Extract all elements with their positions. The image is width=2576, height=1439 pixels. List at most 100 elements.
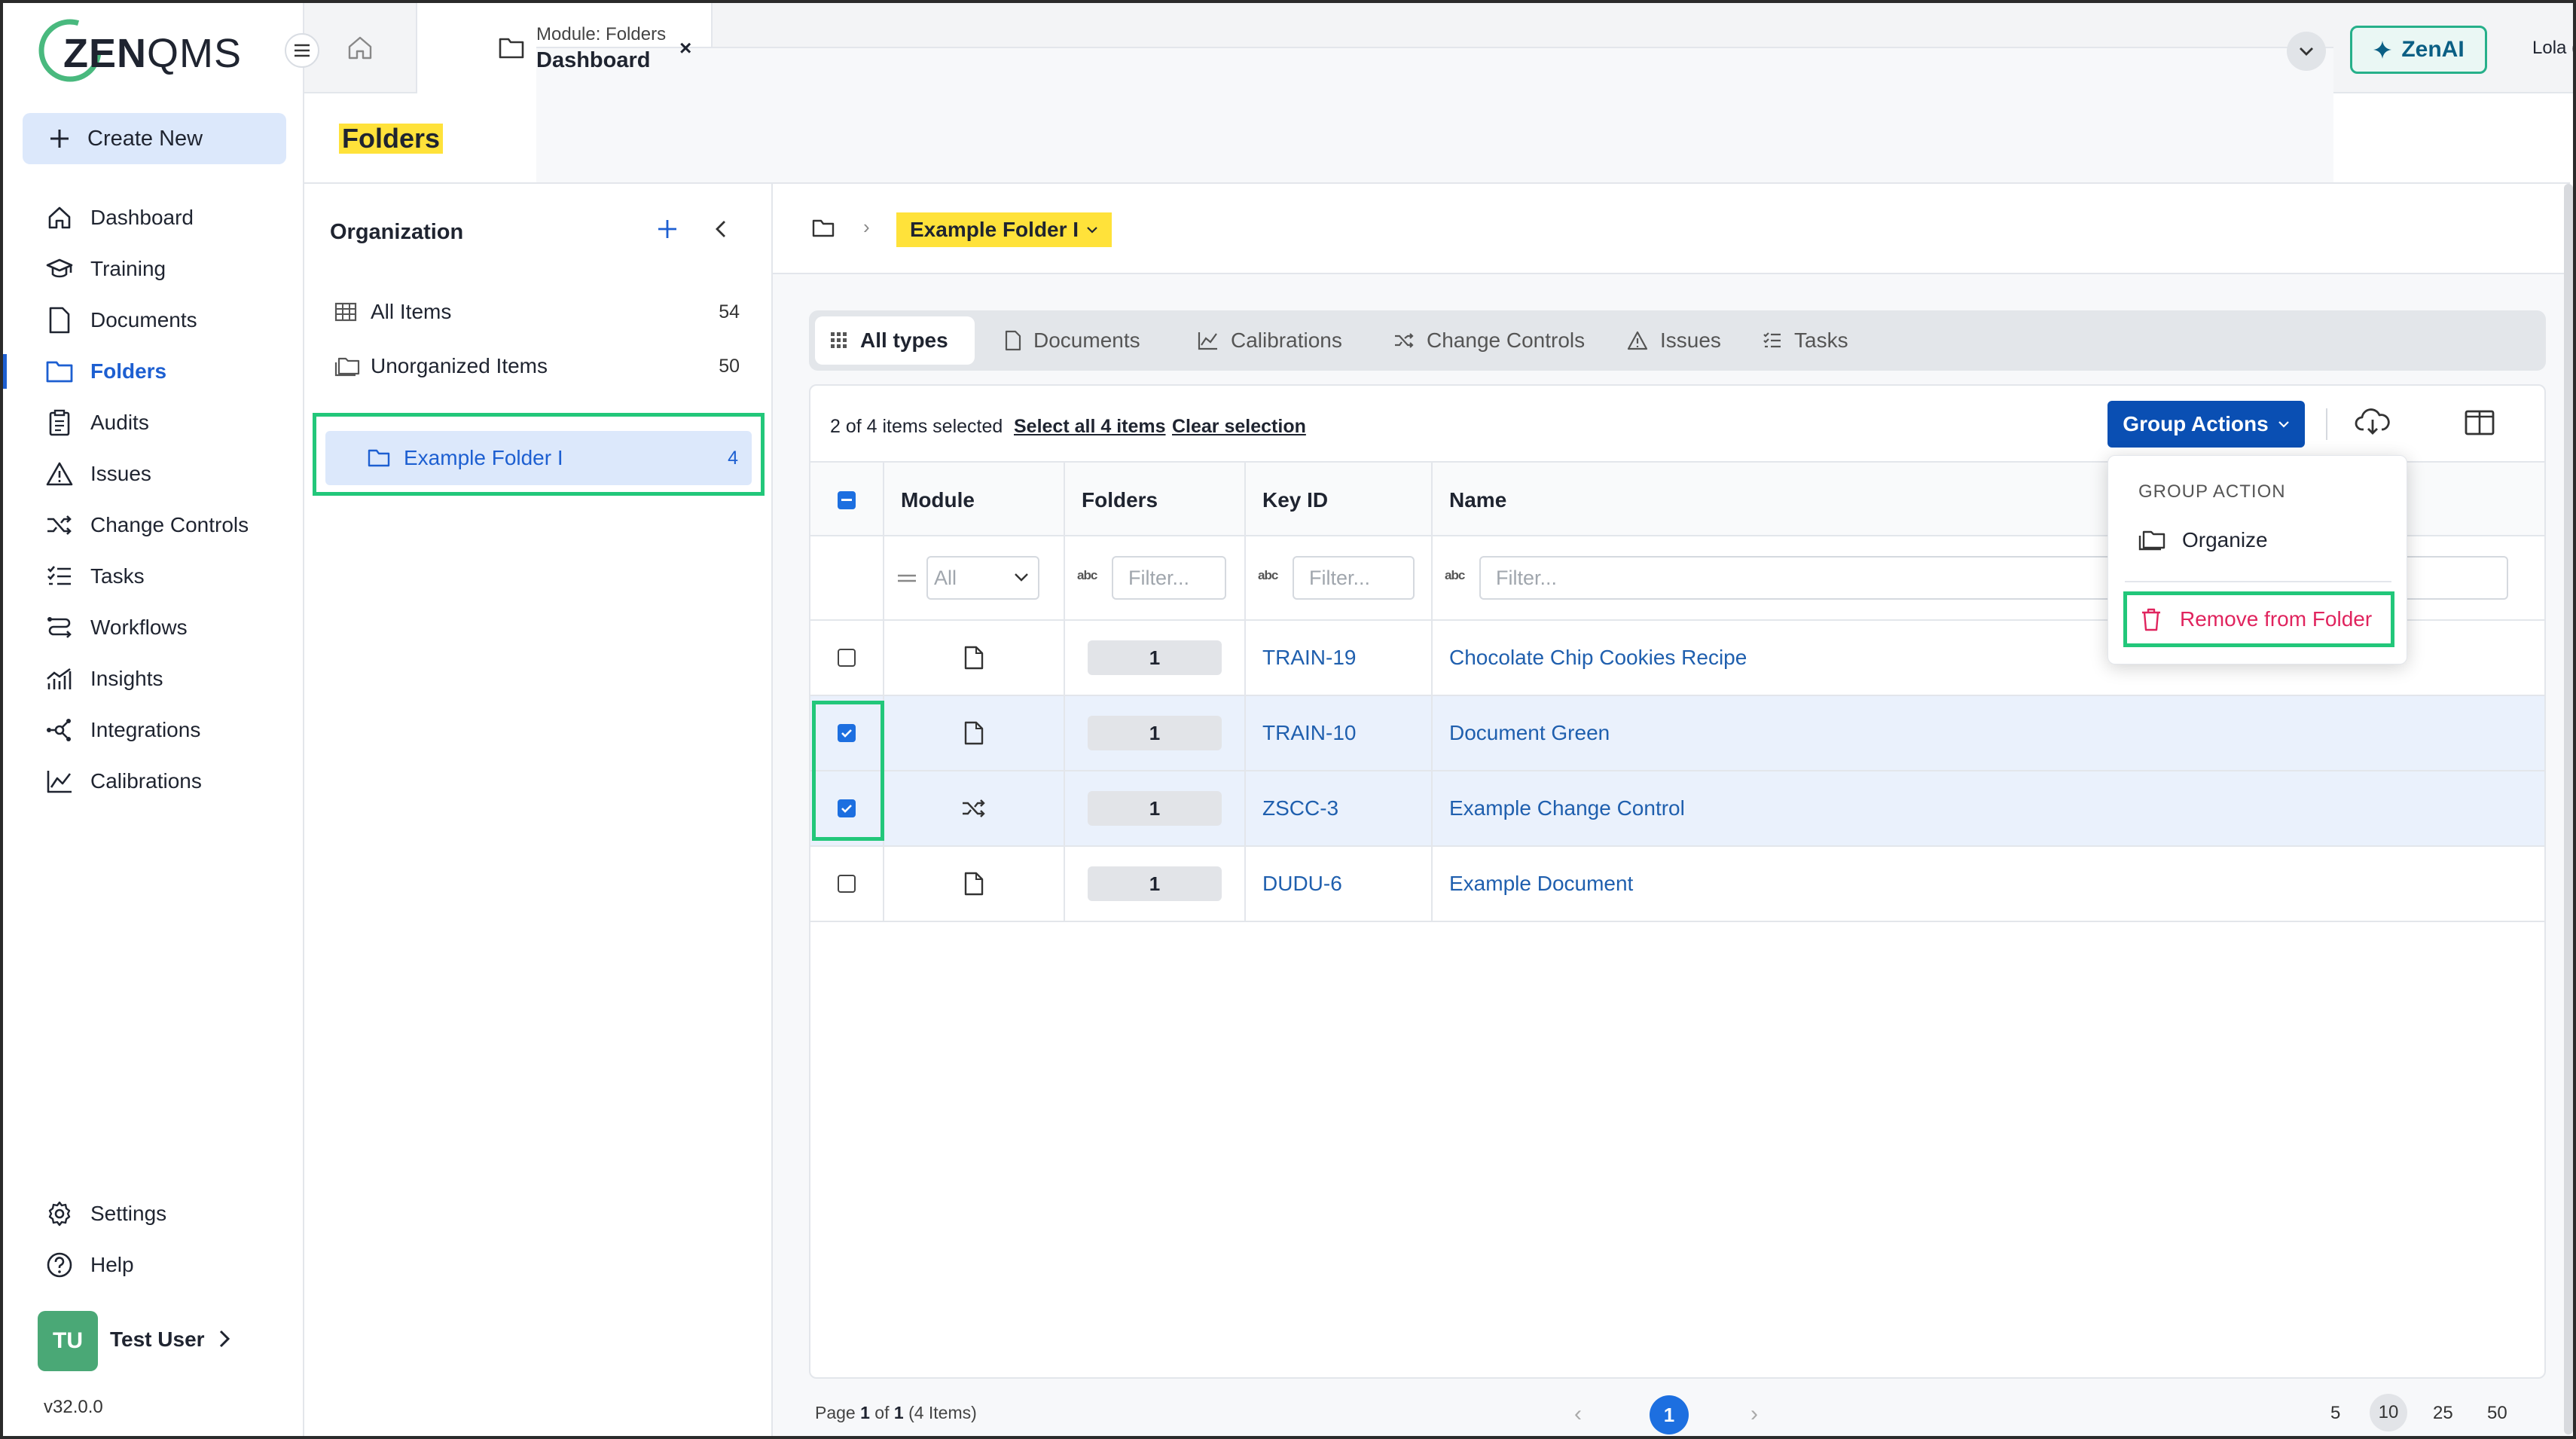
sidebar-item-insights[interactable]: Insights	[3, 655, 303, 702]
column-header-folders[interactable]: Folders	[1065, 463, 1246, 538]
user-name[interactable]: Test User	[110, 1327, 205, 1352]
add-folder-icon[interactable]	[655, 217, 679, 241]
previous-page-icon[interactable]: ‹	[1574, 1401, 1582, 1427]
columns-icon[interactable]	[2465, 410, 2495, 435]
tab-label: Calibrations	[1231, 328, 1342, 352]
tab-calibrations[interactable]: Calibrations	[1183, 316, 1357, 365]
document-icon	[964, 646, 984, 670]
checklist-icon	[1763, 332, 1781, 348]
remove-from-folder-label: Remove from Folder	[2180, 607, 2373, 631]
selection-info: 2 of 4 items selected	[830, 416, 1003, 437]
sidebar-item-training[interactable]: Training	[3, 246, 303, 292]
sidebar-item-audits[interactable]: Audits	[3, 399, 303, 446]
module-filter-select[interactable]: All	[926, 556, 1039, 600]
table-row[interactable]: 1 TRAIN-10 Document Green	[810, 696, 2544, 771]
shuffle-icon	[963, 799, 985, 817]
cloud-download-icon[interactable]	[2355, 407, 2391, 437]
folders-count-badge[interactable]: 1	[1088, 640, 1222, 675]
tab-change-controls[interactable]: Change Controls	[1378, 316, 1600, 365]
sidebar-item-settings[interactable]: Settings	[3, 1190, 303, 1237]
folder-icon[interactable]	[812, 218, 835, 238]
group-actions-button[interactable]: Group Actions	[2107, 401, 2305, 448]
table-row[interactable]: 1 ZSCC-3 Example Change Control	[810, 771, 2544, 847]
sidebar-toggle-button[interactable]	[285, 33, 319, 68]
page-title: Folders	[339, 124, 444, 154]
zenai-button[interactable]: ZenAI	[2350, 26, 2487, 74]
insights-icon	[45, 665, 74, 693]
tabs-dropdown-button[interactable]	[2287, 32, 2326, 71]
tab-issues[interactable]: Issues	[1612, 316, 1736, 365]
name-link[interactable]: Chocolate Chip Cookies Recipe	[1449, 646, 1747, 670]
home-tab[interactable]	[304, 3, 417, 92]
checklist-icon	[45, 562, 74, 591]
close-icon[interactable]: ×	[679, 36, 691, 60]
page-size-option[interactable]: 10	[2370, 1394, 2407, 1431]
key-id-filter-input[interactable]: Filter...	[1293, 556, 1415, 600]
folder-item-example-folder-i[interactable]: Example Folder I 4	[325, 431, 752, 485]
tab-label: Issues	[1660, 328, 1721, 352]
warning-icon	[1627, 331, 1648, 350]
topbar: Module: Folders Dashboard × ZenAI Lola (…	[304, 3, 2573, 1306]
sidebar-item-issues[interactable]: Issues	[3, 451, 303, 497]
sidebar-item-folders[interactable]: Folders	[3, 348, 303, 395]
sidebar-item-integrations[interactable]: Integrations	[3, 707, 303, 753]
sidebar-item-tasks[interactable]: Tasks	[3, 553, 303, 600]
tab-documents[interactable]: Documents	[990, 316, 1155, 365]
sidebar: ZENQMS Create New Dashboard Training Doc…	[3, 3, 304, 1436]
zenqms-logo[interactable]: ZENQMS	[38, 18, 241, 83]
folders-count-badge[interactable]: 1	[1088, 716, 1222, 750]
group-actions-label: Group Actions	[2123, 412, 2269, 435]
key-id-link[interactable]: ZSCC-3	[1262, 796, 1338, 820]
page-size-option[interactable]: 50	[2487, 1403, 2507, 1424]
breadcrumb-current-folder[interactable]: Example Folder I	[896, 212, 1113, 247]
name-link[interactable]: Document Green	[1449, 721, 1610, 745]
key-id-link[interactable]: TRAIN-10	[1262, 721, 1356, 745]
page-size-option[interactable]: 25	[2433, 1403, 2453, 1424]
menu-item-remove-from-folder[interactable]: Remove from Folder	[2123, 591, 2394, 647]
tab-tasks[interactable]: Tasks	[1747, 316, 1863, 365]
breadcrumb: › Example Folder I	[773, 184, 2570, 274]
create-new-button[interactable]: Create New	[23, 113, 286, 164]
sparkle-icon	[2373, 41, 2392, 59]
filter-cell-module: All	[884, 536, 1065, 619]
row-checkbox[interactable]	[838, 875, 856, 893]
tab-dashboard[interactable]: Module: Folders Dashboard ×	[417, 3, 2333, 1306]
avatar[interactable]: TU	[38, 1311, 98, 1371]
folders-count-badge[interactable]: 1	[1088, 866, 1222, 901]
sidebar-item-dashboard[interactable]: Dashboard	[3, 194, 303, 241]
account-label[interactable]: Lola (THIS IS A ZENQMS TEST ACCOUNT)	[2532, 38, 2573, 59]
sidebar-item-workflows[interactable]: Workflows	[3, 604, 303, 651]
row-checkbox[interactable]	[838, 649, 856, 667]
sidebar-item-label: Workflows	[90, 616, 188, 639]
current-page-button[interactable]: 1	[1650, 1395, 1689, 1434]
select-all-checkbox[interactable]	[838, 491, 856, 509]
sidebar-item-label: Insights	[90, 667, 163, 690]
sidebar-item-documents[interactable]: Documents	[3, 297, 303, 344]
select-all-link[interactable]: Select all 4 items	[1014, 416, 1166, 438]
name-link[interactable]: Example Change Control	[1449, 796, 1685, 820]
sidebar-item-calibrations[interactable]: Calibrations	[3, 758, 303, 805]
key-id-link[interactable]: TRAIN-19	[1262, 646, 1356, 670]
folder-label: Example Folder I	[404, 446, 563, 469]
next-page-icon[interactable]: ›	[1750, 1401, 1758, 1427]
unorganized-items-row[interactable]: Unorganized Items 50	[334, 344, 756, 389]
chevron-right-icon[interactable]	[217, 1327, 232, 1350]
all-items-count: 54	[719, 301, 740, 322]
name-link[interactable]: Example Document	[1449, 872, 1633, 896]
menu-item-organize[interactable]: Organize	[2138, 528, 2268, 552]
key-id-link[interactable]: DUDU-6	[1262, 872, 1342, 896]
sidebar-item-change-controls[interactable]: Change Controls	[3, 502, 303, 548]
clear-selection-link[interactable]: Clear selection	[1172, 416, 1306, 438]
vertical-scrollbar[interactable]	[2564, 184, 2573, 1434]
table-icon	[334, 300, 362, 324]
all-items-row[interactable]: All Items 54	[334, 289, 756, 335]
tab-all-types[interactable]: All types	[815, 316, 975, 365]
folders-filter-input[interactable]: Filter...	[1112, 556, 1226, 600]
table-row[interactable]: 1 DUDU-6 Example Document	[810, 847, 2544, 922]
sidebar-item-help[interactable]: Help	[3, 1242, 303, 1288]
column-header-key-id[interactable]: Key ID	[1246, 463, 1433, 538]
column-header-module[interactable]: Module	[884, 463, 1065, 538]
chevron-left-icon[interactable]	[710, 217, 734, 241]
page-size-option[interactable]: 5	[2330, 1403, 2340, 1424]
folders-count-badge[interactable]: 1	[1088, 791, 1222, 826]
